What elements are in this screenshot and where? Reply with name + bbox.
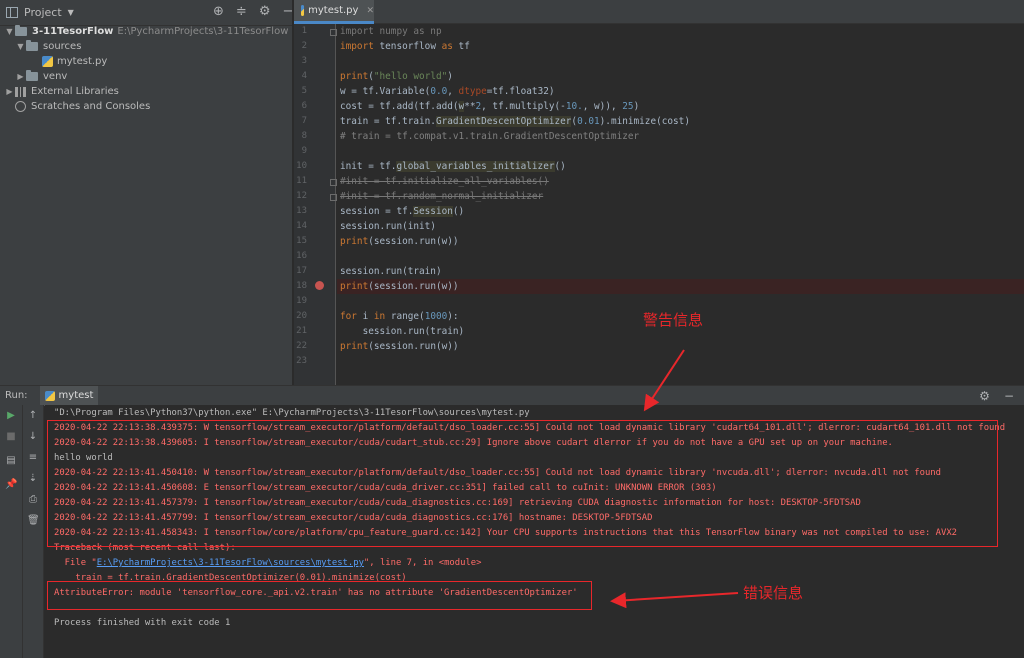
- error-arrow: [610, 592, 739, 609]
- warning-arrow: [643, 349, 685, 412]
- annotation-arrows: [610, 349, 739, 609]
